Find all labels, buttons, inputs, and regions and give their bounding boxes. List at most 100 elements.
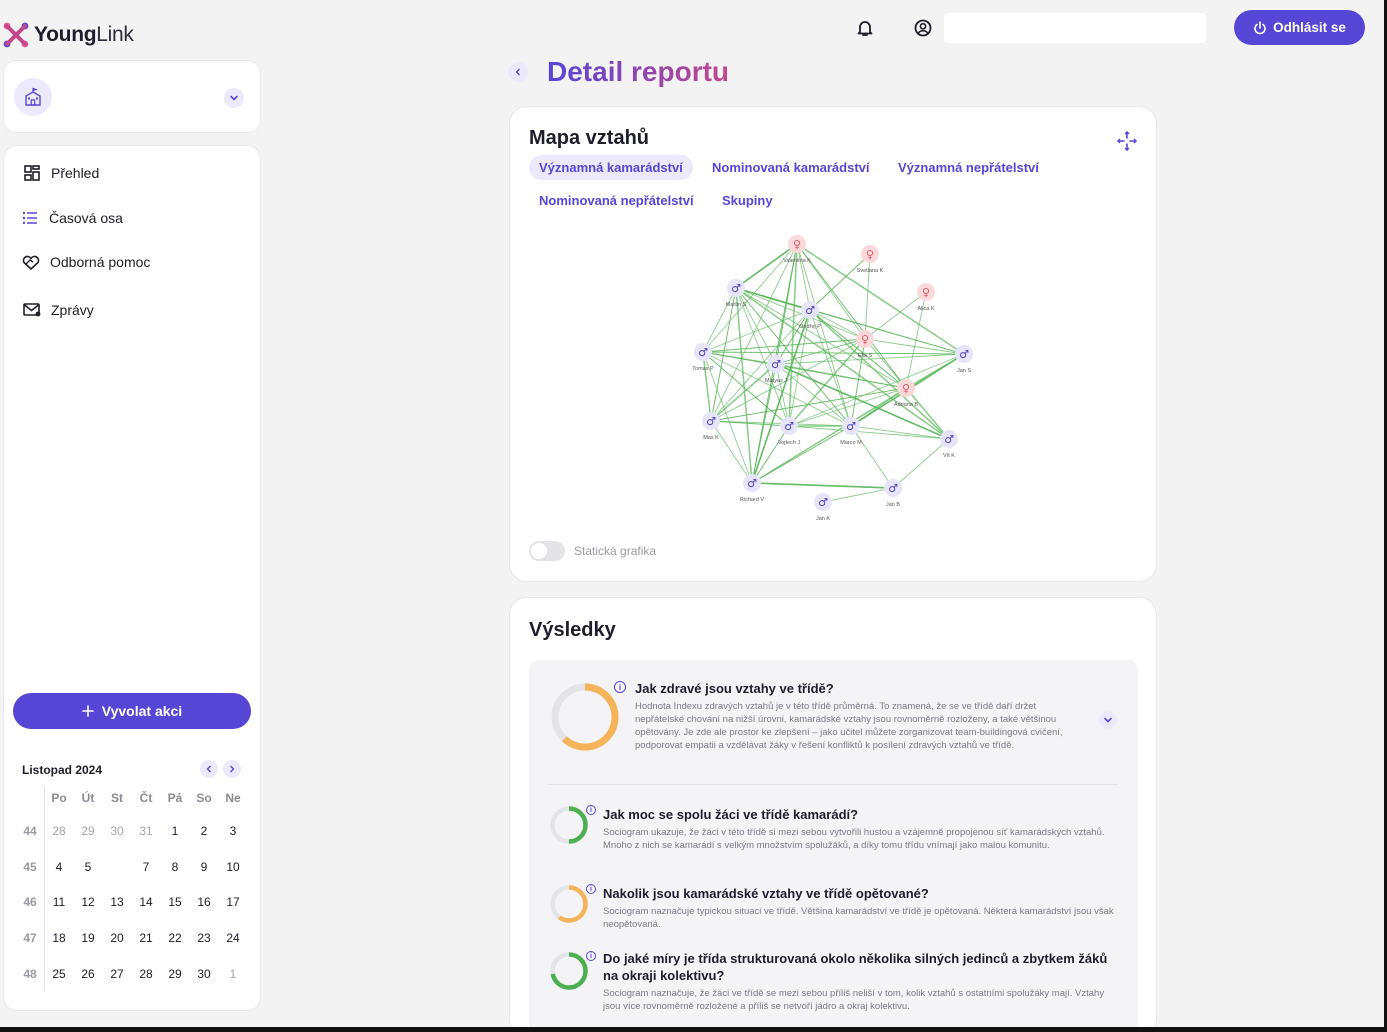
graph-edge (710, 243, 798, 422)
result-description: Sociogram naznačuje, že žáci ve třídě se… (603, 988, 1105, 1012)
male-icon: ♂ (846, 420, 856, 433)
calendar-day[interactable]: 24 (221, 928, 245, 948)
calendar-day[interactable]: 13 (105, 892, 129, 912)
graph-node-label: Jan S (957, 368, 971, 374)
bell-icon[interactable] (855, 18, 875, 38)
graph-node[interactable]: ♀ Valentina K (783, 235, 811, 264)
calendar-weekday: Po (51, 791, 67, 805)
calendar-day[interactable]: 31 (134, 821, 158, 841)
graph-node[interactable]: ♂ Vojtech J (778, 417, 801, 446)
calendar-day[interactable]: 21 (134, 928, 158, 948)
graph-node-label: Vojtech J (778, 440, 801, 446)
action-label: Vyvolat akci (101, 703, 183, 719)
calendar-day[interactable]: 17 (221, 892, 245, 912)
user-account-icon[interactable] (913, 18, 933, 38)
graph-node[interactable]: ♂ Matyas J (765, 355, 787, 384)
sidebar-item-messages[interactable]: Zprávy (23, 301, 94, 319)
calendar-next-button[interactable] (223, 760, 241, 778)
calendar-day[interactable]: 2 (192, 821, 216, 841)
info-icon[interactable]: i (586, 884, 596, 894)
graph-node[interactable]: ♂ Jan S (955, 345, 973, 374)
calendar-day[interactable]: 3 (221, 821, 245, 841)
calendar-day[interactable]: 18 (47, 928, 71, 948)
calendar-day[interactable]: 15 (163, 892, 187, 912)
calendar-day[interactable]: 30 (105, 821, 129, 841)
calendar-day[interactable]: 1 (221, 964, 245, 984)
calendar-day[interactable]: 6 (105, 856, 129, 877)
graph-edge (751, 387, 907, 484)
graph-node[interactable]: ♂ Vít K (940, 430, 958, 459)
relationship-graph[interactable]: ♀ Valentina K ♀ Svetlana K ♀ Alica K ♂ Martin S… (510, 107, 1158, 527)
graph-node-label: Marco M (840, 440, 862, 446)
graph-node[interactable]: ♂ Tomas P (692, 343, 714, 372)
calendar-day[interactable]: 22 (163, 928, 187, 948)
graph-node[interactable]: ♂ Jan B (884, 479, 902, 508)
calendar-day[interactable]: 25 (47, 964, 71, 984)
calendar-week-number: 45 (23, 859, 37, 874)
calendar-day[interactable]: 14 (134, 892, 158, 912)
chevron-down-icon[interactable] (1099, 711, 1117, 729)
sidebar-item-overview[interactable]: Přehled (23, 164, 99, 182)
calendar-day[interactable]: 9 (192, 857, 216, 877)
calendar-day[interactable]: 28 (47, 821, 71, 841)
calendar-day[interactable]: 11 (47, 892, 71, 912)
static-graphics-toggle[interactable] (529, 541, 565, 561)
male-icon: ♂ (805, 304, 815, 317)
graph-node[interactable]: ♂ Jan K (814, 493, 832, 522)
calendar-day[interactable]: 30 (192, 964, 216, 984)
logout-button[interactable]: Odhlásit se (1234, 10, 1365, 45)
calendar-day[interactable]: 7 (134, 857, 158, 877)
result-description: Sociogram ukazuje, že žáci v této třídě … (603, 827, 1105, 851)
young-link-logo-icon (3, 22, 29, 48)
brand-name: YoungLink (34, 23, 134, 46)
calendar-day[interactable]: 4 (47, 857, 71, 877)
info-icon[interactable]: i (614, 681, 626, 693)
calendar-day[interactable]: 27 (105, 964, 129, 984)
calendar-day[interactable]: 8 (163, 857, 187, 877)
score-ring-icon (551, 683, 619, 751)
school-selector[interactable] (3, 60, 261, 133)
calendar-day[interactable]: 29 (76, 821, 100, 841)
graph-edge (751, 425, 852, 484)
graph-node[interactable]: ♂ Max K (702, 412, 720, 441)
header-search-field[interactable] (944, 13, 1206, 43)
info-icon[interactable]: i (586, 951, 596, 961)
trigger-action-button[interactable]: Vyvolat akci (13, 693, 251, 729)
calendar-week-divider (44, 786, 45, 991)
calendar-day[interactable]: 29 (163, 964, 187, 984)
calendar-day[interactable]: 1 (163, 821, 187, 841)
calendar-day[interactable]: 19 (76, 928, 100, 948)
calendar-weekday: Čt (139, 791, 153, 805)
chevron-left-icon (206, 765, 211, 773)
graph-node-label: Martin S (726, 302, 747, 308)
graph-edge (864, 291, 927, 340)
calendar-day[interactable]: 16 (192, 892, 216, 912)
sidebar-item-timeline[interactable]: Časová osa (21, 209, 123, 227)
graph-node[interactable]: ♀ Svetlana K (857, 245, 884, 274)
graph-node-label: Ella S (858, 353, 873, 359)
graph-edge (864, 338, 965, 355)
calendar-day[interactable]: 28 (134, 964, 158, 984)
male-icon: ♂ (706, 415, 716, 428)
calendar-day[interactable]: 20 (105, 928, 129, 948)
info-icon[interactable]: i (586, 805, 596, 815)
calendar-day[interactable]: 23 (192, 928, 216, 948)
graph-node-label: Richard V (740, 497, 764, 503)
calendar-day[interactable]: 5 (76, 857, 100, 877)
calendar-prev-button[interactable] (200, 760, 218, 778)
male-icon: ♂ (784, 420, 794, 433)
chevron-down-icon[interactable] (224, 88, 244, 108)
sidebar-item-professional-help[interactable]: Odborná pomoc (22, 253, 150, 271)
female-icon: ♀ (866, 248, 874, 261)
calendar-day[interactable]: 10 (221, 857, 245, 877)
page-title: Detail reportu (547, 56, 730, 87)
calendar-day[interactable]: 12 (76, 892, 100, 912)
graph-node[interactable]: ♀ Ella S (856, 330, 874, 359)
results-list: i Jak zdravé jsou vztahy ve třídě? Hodno… (529, 660, 1138, 1032)
brand-logo[interactable]: YoungLink (2, 20, 134, 50)
male-icon: ♂ (818, 496, 828, 509)
graph-node[interactable]: ♀ Alica K (917, 283, 935, 312)
calendar-day[interactable]: 26 (76, 964, 100, 984)
back-button[interactable] (508, 62, 528, 82)
calendar-title: Listopad 2024 (22, 763, 103, 777)
